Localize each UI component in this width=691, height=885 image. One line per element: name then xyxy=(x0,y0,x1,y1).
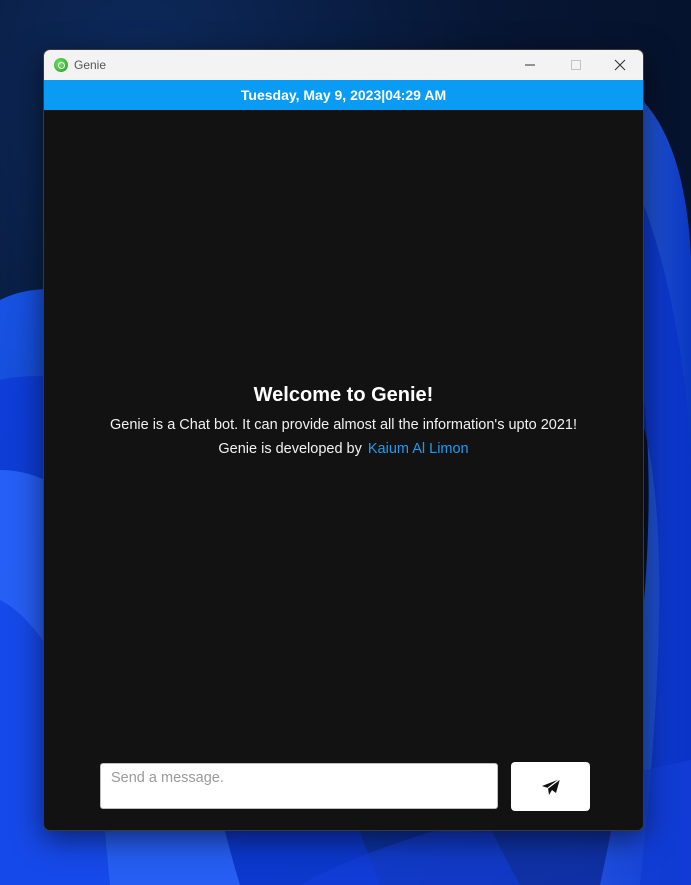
credit-prefix: Genie is developed by xyxy=(218,441,362,457)
current-time: 04:29 AM xyxy=(385,87,447,103)
app-window: Genie Tuesday, May 9, 2023 | 04:29 AM We… xyxy=(43,49,644,831)
welcome-title: Welcome to Genie! xyxy=(253,384,434,406)
paper-plane-icon xyxy=(541,778,560,795)
date-time-bar: Tuesday, May 9, 2023 | 04:29 AM xyxy=(44,80,643,110)
minimize-button[interactable] xyxy=(507,50,553,80)
close-button[interactable] xyxy=(597,50,643,80)
title-bar[interactable]: Genie xyxy=(44,50,643,80)
maximize-icon xyxy=(571,60,581,70)
minimize-icon xyxy=(525,64,535,66)
send-button[interactable] xyxy=(511,762,590,811)
current-date: Tuesday, May 9, 2023 xyxy=(240,87,382,103)
maximize-button[interactable] xyxy=(553,50,599,80)
genie-app-icon xyxy=(54,58,68,72)
message-input[interactable] xyxy=(100,763,498,809)
window-title: Genie xyxy=(74,58,107,72)
developer-link[interactable]: Kaium Al Limon xyxy=(368,441,469,457)
close-icon xyxy=(614,59,626,71)
welcome-description: Genie is a Chat bot. It can provide almo… xyxy=(109,417,578,433)
welcome-panel: Welcome to Genie! Genie is a Chat bot. I… xyxy=(44,384,643,457)
developer-credit: Genie is developed by Kaium Al Limon xyxy=(44,441,643,457)
